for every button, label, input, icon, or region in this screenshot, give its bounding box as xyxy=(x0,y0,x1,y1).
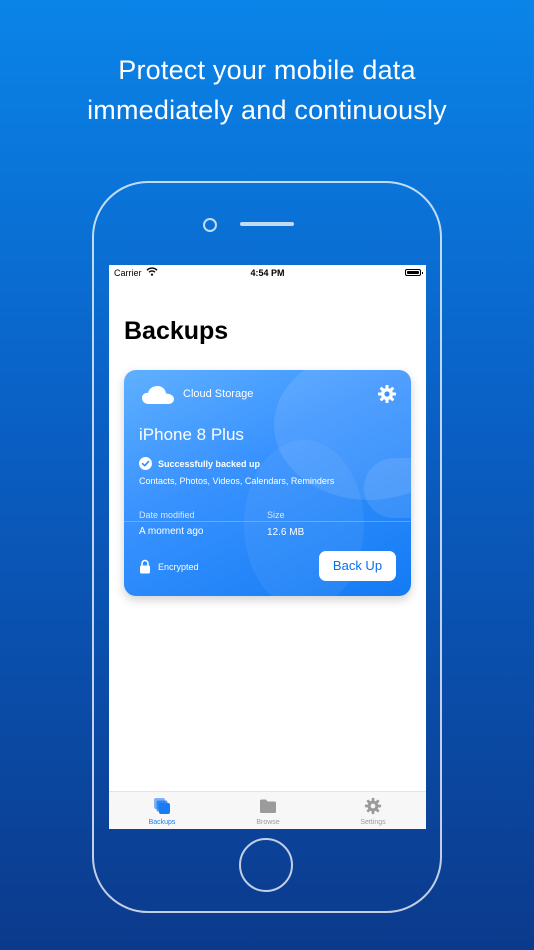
size-value: 12.6 MB xyxy=(267,527,305,538)
tab-settings-label: Settings xyxy=(360,819,386,826)
earpiece-speaker xyxy=(240,222,294,226)
back-up-button[interactable]: Back Up xyxy=(319,551,396,581)
app-screen: Carrier 4:54 PM Backups Cloud Storage iP… xyxy=(109,265,426,829)
cloud-icon xyxy=(141,385,175,410)
tab-settings[interactable]: Settings xyxy=(320,792,426,829)
tab-backups[interactable]: Backups xyxy=(109,792,215,829)
tab-backups-label: Backups xyxy=(148,819,176,826)
status-text: Successfully backed up xyxy=(158,459,261,469)
device-name: iPhone 8 Plus xyxy=(139,425,244,444)
gear-icon[interactable] xyxy=(377,384,397,409)
headline-line-1: Protect your mobile data xyxy=(118,55,416,85)
backups-icon xyxy=(153,797,171,815)
storage-label: Cloud Storage xyxy=(183,388,254,400)
tab-bar: Backups Browse Settings xyxy=(109,791,426,829)
promo-headline: Protect your mobile data immediately and… xyxy=(0,50,534,130)
battery-icon xyxy=(405,269,423,276)
checkmark-icon xyxy=(139,457,152,475)
tab-browse[interactable]: Browse xyxy=(215,792,321,829)
folder-icon xyxy=(259,797,277,815)
headline-line-2: immediately and continuously xyxy=(87,95,447,125)
size-label: Size xyxy=(267,510,285,520)
tab-browse-label: Browse xyxy=(256,819,280,826)
date-modified-value: A moment ago xyxy=(139,526,204,537)
front-camera xyxy=(203,218,217,232)
backup-card[interactable]: Cloud Storage iPhone 8 Plus Successfully… xyxy=(124,370,411,596)
status-time: 4:54 PM xyxy=(250,268,285,278)
page-title: Backups xyxy=(124,317,229,345)
encryption-label: Encrypted xyxy=(158,562,199,572)
status-bar: Carrier 4:54 PM xyxy=(109,265,426,281)
home-button xyxy=(239,838,293,892)
backup-contents: Contacts, Photos, Videos, Calendars, Rem… xyxy=(139,476,335,486)
lock-icon xyxy=(139,559,151,579)
card-decoration xyxy=(364,458,411,518)
gear-icon xyxy=(364,797,382,815)
date-modified-label: Date modified xyxy=(139,510,195,520)
card-divider xyxy=(124,521,411,522)
